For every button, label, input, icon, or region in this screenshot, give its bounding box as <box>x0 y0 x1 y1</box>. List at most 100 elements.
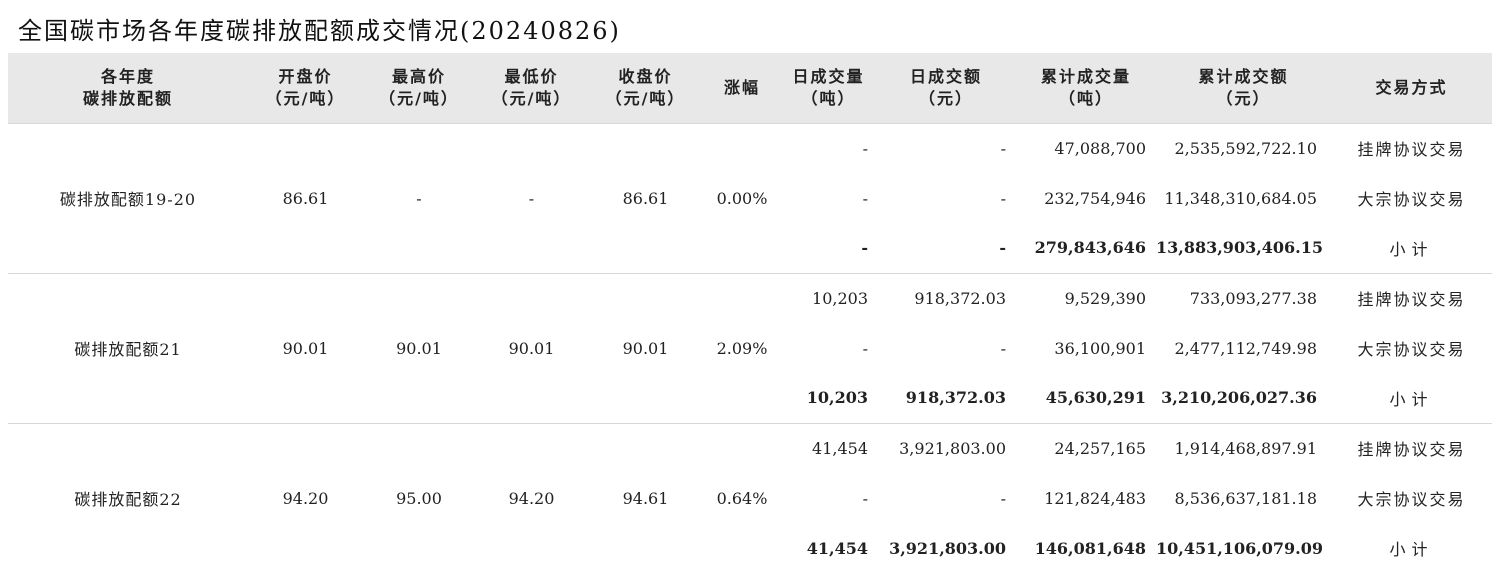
header-unit: （元/吨） <box>379 88 459 108</box>
trade-method: 挂牌协议交易 <box>1331 422 1492 473</box>
trade-method: 挂牌协议交易 <box>1331 122 1492 173</box>
header-unit: （元/吨） <box>491 88 572 108</box>
header-line: 涨幅 <box>723 77 760 97</box>
cumulative-amount: 733,093,277.38 <box>1156 272 1331 323</box>
price-change: 0.64% <box>703 422 781 573</box>
cumulative-volume: 146,081,648 <box>1034 538 1146 558</box>
cumulative-volume: 232,754,946 <box>1044 188 1146 208</box>
table-row: 碳排放配额21 90.01 90.01 90.01 90.01 2.09% 10… <box>8 272 1492 423</box>
low-price: 94.20 <box>475 422 588 573</box>
cumulative-amount: 8,536,637,181.18 <box>1174 488 1318 508</box>
cumulative-volume: 47,088,700 <box>1016 122 1156 173</box>
table-header: 各年度 碳排放配额 开盘价 （元/吨） 最高价 （元/吨） 最低价 （元/吨） 收盘价（… <box>8 53 1492 123</box>
header-line: 交易方式 <box>1375 77 1448 97</box>
price-change: 2.09% <box>703 272 781 423</box>
daily-amount: - <box>1000 338 1006 358</box>
high-price: - <box>363 122 475 273</box>
close-price: 94.61 <box>588 422 703 573</box>
daily-volume: - <box>781 122 876 173</box>
header-cumulative-amount: 累计成交额 （元） <box>1156 53 1331 123</box>
price-change: 0.00% <box>703 122 781 273</box>
cumulative-volume: 9,529,390 <box>1016 272 1156 323</box>
cumulative-volume: 45,630,291 <box>1045 388 1146 408</box>
open-price: 90.01 <box>248 272 363 423</box>
allowance-name: 碳排放配额21 <box>8 272 248 423</box>
cumulative-volume: 121,824,483 <box>1044 488 1146 508</box>
daily-volume: 41,454 <box>781 422 876 473</box>
trade-method: 挂牌协议交易 <box>1331 272 1492 323</box>
cumulative-volume: 36,100,901 <box>1054 338 1146 358</box>
daily-amount: - <box>1000 488 1006 508</box>
daily-amount: 3,921,803.00 <box>876 422 1016 473</box>
allowance-name: 碳排放配额19-20 <box>8 122 248 273</box>
header-cumulative-volume: 累计成交量 （吨） <box>1016 53 1156 123</box>
daily-amount: 3,921,803.00 <box>889 538 1006 558</box>
header-low-price: 最低价 （元/吨） <box>475 53 588 123</box>
header-line: 开盘价 <box>278 66 333 86</box>
cumulative-volume: 279,843,646 <box>1034 238 1146 258</box>
cumulative-amount: 3,210,206,027.36 <box>1161 388 1317 408</box>
header-line: 最高价 <box>391 66 446 86</box>
cumulative-amount: 2,477,112,749.98 <box>1174 338 1318 358</box>
high-price: 90.01 <box>363 272 475 423</box>
allowance-name: 碳排放配额22 <box>8 422 248 573</box>
daily-amount: - <box>1000 188 1006 208</box>
header-row: 各年度 碳排放配额 开盘价 （元/吨） 最高价 （元/吨） 最低价 （元/吨） 收盘价（… <box>8 53 1492 123</box>
header-line: 最低价 <box>504 66 559 86</box>
daily-amount: 918,372.03 <box>905 388 1006 408</box>
trade-method: 小计 <box>1389 389 1434 409</box>
trade-method: 大宗协议交易 <box>1357 490 1466 509</box>
trade-method: 小计 <box>1389 239 1434 259</box>
open-price: 94.20 <box>248 422 363 573</box>
close-price: 90.01 <box>588 272 703 423</box>
cumulative-amount: 13,883,903,406.15 <box>1156 238 1324 258</box>
low-price: 90.01 <box>475 272 588 423</box>
close-price: 86.61 <box>588 122 703 273</box>
header-trade-method: 交易方式 <box>1331 53 1492 123</box>
trade-method: 大宗协议交易 <box>1357 190 1466 209</box>
header-unit: （吨） <box>801 88 856 108</box>
open-price: 86.61 <box>248 122 363 273</box>
daily-amount: 918,372.03 <box>876 272 1016 323</box>
daily-volume: 10,203 <box>781 272 876 323</box>
allowance-trading-table: 各年度 碳排放配额 开盘价 （元/吨） 最高价 （元/吨） 最低价 （元/吨） 收盘价（… <box>8 53 1492 573</box>
page-title: 全国碳市场各年度碳排放配额成交情况(20240826) <box>18 17 621 45</box>
table-row: 碳排放配额22 94.20 95.00 94.20 94.61 0.64% 41… <box>8 422 1492 573</box>
header-unit: （元） <box>918 88 973 108</box>
daily-amount: - <box>999 238 1006 258</box>
cumulative-amount: 10,451,106,079.09 <box>1156 538 1324 558</box>
daily-volume: - <box>862 188 868 208</box>
trade-method: 大宗协议交易 <box>1357 340 1466 359</box>
header-close-price: 收盘价 （元/吨） <box>588 53 703 123</box>
daily-volume: - <box>862 338 868 358</box>
header-open-price: 开盘价 （元/吨） <box>248 53 363 123</box>
header-line: 累计成交量 <box>1040 66 1131 86</box>
daily-volume: 41,454 <box>806 538 868 558</box>
header-allowance-year: 各年度 碳排放配额 <box>8 53 248 123</box>
header-line: 收盘价 <box>618 66 673 86</box>
header-daily-volume: 日成交量 （吨） <box>781 53 876 123</box>
header-unit: （元/吨） <box>265 88 346 108</box>
cumulative-amount: 2,535,592,722.10 <box>1156 122 1331 173</box>
header-line: 碳排放配额 <box>82 88 173 108</box>
cumulative-amount: 1,914,468,897.91 <box>1156 422 1331 473</box>
cumulative-amount: 11,348,310,684.05 <box>1164 188 1317 208</box>
header-unit: （吨） <box>1058 88 1113 108</box>
table-row: 碳排放配额19-20 86.61 - - 86.61 0.00% - - 47,… <box>8 122 1492 273</box>
header-line: 日成交量 <box>792 66 865 86</box>
cumulative-volume: 24,257,165 <box>1016 422 1156 473</box>
high-price: 95.00 <box>363 422 475 573</box>
header-change: 涨幅 <box>703 53 781 123</box>
header-unit: （元/吨） <box>605 88 686 108</box>
table-body: 碳排放配额19-20 86.61 - - 86.61 0.00% - - 47,… <box>8 122 1492 573</box>
header-line: 日成交额 <box>909 66 982 86</box>
low-price: - <box>475 122 588 273</box>
daily-amount: - <box>876 122 1016 173</box>
header-line: 累计成交额 <box>1198 66 1289 86</box>
trade-method: 小计 <box>1389 540 1434 559</box>
page: 全国碳市场各年度碳排放配额成交情况(20240826) 各年度 碳排放配额 开盘价… <box>0 0 1500 579</box>
header-high-price: 最高价 （元/吨） <box>363 53 475 123</box>
header-unit: （元） <box>1216 88 1271 108</box>
daily-volume: - <box>861 238 868 258</box>
header-daily-amount: 日成交额 （元） <box>876 53 1016 123</box>
